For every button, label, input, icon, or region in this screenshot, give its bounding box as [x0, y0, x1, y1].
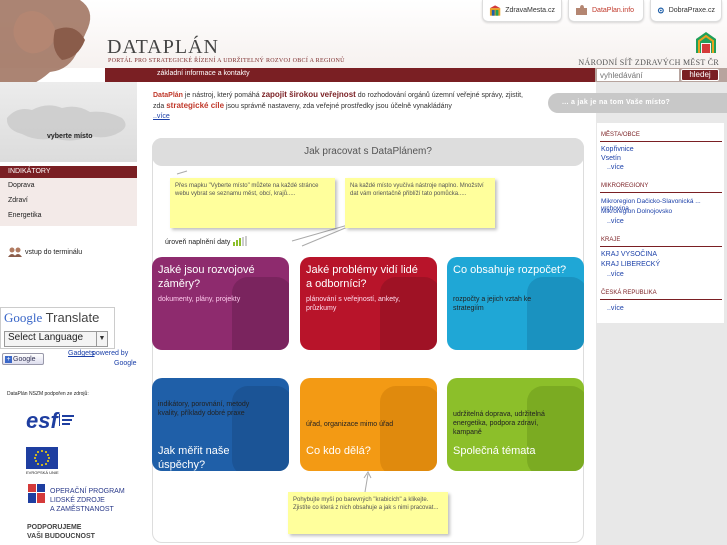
powered-google-label: Google — [114, 360, 137, 367]
nszm-logo-icon[interactable] — [694, 31, 718, 53]
more-link[interactable]: ..více — [607, 218, 624, 225]
tab-label: DobraPraxe.cz — [668, 7, 715, 14]
eu-flag-icon[interactable] — [26, 447, 58, 469]
intro-highlight-1: zapojit širokou veřejnost — [261, 90, 356, 99]
gadgets-link[interactable]: Gadgets — [68, 350, 94, 357]
section-title-kraje: KRAJE — [601, 237, 621, 243]
card-question: Co kdo dělá? — [306, 445, 371, 457]
card-question: Jaké problémy vidí lidé a odborníci? — [306, 264, 418, 290]
card-kdo-dela[interactable]: úřad, organizace mimo úřad Co kdo dělá? — [300, 378, 437, 471]
more-link[interactable]: ..více — [607, 164, 624, 171]
tab-label: ZdravaMesta.cz — [505, 7, 555, 14]
op-text[interactable]: OPERAČNÍ PROGRAM LIDSKÉ ZDROJE A ZAMĚSTN… — [50, 487, 125, 514]
indicator-item-zdravi[interactable]: Zdraví — [8, 197, 28, 204]
card-question: Jak měřit naše úspěchy? — [158, 445, 230, 471]
logo-subtitle: PORTÁL PRO STRATEGICKÉ ŘÍZENÍ A UDRŽITEL… — [108, 58, 345, 64]
note-left: Přes mapku "Vyberte místo" můžete na kaž… — [170, 178, 335, 228]
place-link-vsetin[interactable]: Vsetín — [601, 155, 621, 162]
how-to-title: Jak pracovat s DataPlánem? — [152, 138, 584, 166]
support-label: DataPlán NSZM podpořen ze zdrojů: — [7, 391, 89, 397]
network-title[interactable]: NÁRODNÍ SÍŤ ZDRAVÝCH MĚST ČR — [578, 58, 719, 67]
more-link[interactable]: ..více — [607, 305, 624, 312]
note-right: Na každé místo vyučívá nástroje napl­no.… — [345, 178, 495, 228]
section-divider — [600, 299, 722, 300]
language-select[interactable]: Select Language — [4, 331, 108, 347]
network-icon — [489, 5, 501, 16]
place-link-mikroregion-2[interactable]: Mikroregion Dolnojovsko — [601, 208, 672, 215]
users-icon — [8, 247, 22, 257]
card-sub: rozpočty a jejich vztah ke strategiím — [453, 296, 532, 312]
card-problemy[interactable]: Jaké problémy vidí lidé a odborníci? plá… — [300, 257, 437, 350]
google-word: Google — [4, 310, 43, 325]
card-temata[interactable]: udržitelná doprava, udržitelná energetik… — [447, 378, 584, 471]
podporujeme-line: PODPORUJEME — [27, 524, 82, 531]
section-title-mikroregiony: MIKROREGIONY — [601, 183, 649, 189]
card-sub: plánování s veřejností, ankety, průzkumy — [306, 296, 401, 312]
tab-dobrapraxe[interactable]: DobraPraxe.cz — [650, 0, 722, 22]
section-divider — [600, 246, 722, 247]
indicator-item-energetika[interactable]: Energetika — [8, 212, 41, 219]
gadget-button-label: Google — [13, 355, 36, 363]
hint-bar: ... a jak je na tom Vaše místo? — [548, 93, 727, 113]
esf-logo-icon[interactable]: esf — [26, 406, 76, 436]
card-sub: indikátory, porovnání, metody kvality, p… — [158, 401, 250, 417]
podporujeme-line: VAŠI BUDOUCNOST — [27, 533, 95, 540]
card-sub: úřad, organizace mimo úřad — [306, 421, 394, 428]
card-sub: udržitelná doprava, udržitelná energetik… — [453, 411, 545, 436]
card-zamery[interactable]: Jaké jsou rozvojové záměry? dokumenty, p… — [152, 257, 289, 350]
powered-by-label: powered by — [92, 350, 129, 357]
data-level-indicator: úroveň naplnění daty — [165, 236, 249, 246]
indicator-item-doprava[interactable]: Doprava — [8, 182, 34, 189]
svg-text:esf: esf — [26, 408, 60, 433]
card-question: Společná témata — [453, 445, 536, 457]
terminal-label: vstup do terminálu — [25, 248, 83, 256]
intro-text: DataPlán je nástroj, který pomáhá zapoji… — [153, 90, 533, 122]
section-divider — [600, 192, 722, 193]
translate-word: Translate — [45, 310, 100, 325]
puzzle-icon — [576, 5, 587, 15]
op-line: LIDSKÉ ZDROJE — [50, 497, 105, 504]
place-link-vysocina[interactable]: KRAJ VYSOČINA — [601, 251, 657, 258]
tab-zdravamesta[interactable]: ZdravaMesta.cz — [482, 0, 562, 22]
section-title-cr: ČESKÁ REPUBLIKA — [601, 290, 657, 296]
logo-text[interactable]: DATAPLÁN — [107, 36, 219, 59]
google-translate-title: Google Translate — [4, 310, 99, 326]
note-bottom: Pohybujte myší po barevných "krabicích" … — [288, 492, 448, 534]
plus-icon: + — [5, 355, 12, 363]
card-bubble — [527, 277, 584, 350]
tab-label: DataPlan.info — [592, 7, 635, 14]
card-sub: dokumenty, plány, projekty — [158, 296, 241, 303]
eu-label: EVROPSKÁ UNIE — [26, 470, 59, 475]
data-level-label: úroveň naplnění daty — [165, 239, 231, 246]
terminal-link[interactable]: vstup do terminálu — [8, 247, 82, 257]
intro-more-link[interactable]: ..více — [153, 113, 170, 120]
op-line: OPERAČNÍ PROGRAM — [50, 488, 125, 495]
card-rozpocet[interactable]: Co obsahuje rozpočet? rozpočty a jejich … — [447, 257, 584, 350]
card-question: Co obsahuje rozpočet? — [453, 264, 567, 276]
chevron-down-icon[interactable]: ▼ — [96, 332, 107, 346]
select-place-label[interactable]: vyberte místo — [47, 133, 93, 140]
section-divider — [600, 141, 722, 142]
place-link-liberecky[interactable]: KRAJ LIBERECKÝ — [601, 261, 660, 268]
globe-icon — [657, 7, 664, 14]
google-gadget-button[interactable]: + Google — [2, 353, 44, 365]
signal-bars-icon — [233, 236, 248, 246]
section-title-mesta: MĚSTA/OBCE — [601, 132, 640, 138]
card-uspechy[interactable]: indikátory, porovnání, metody kvality, p… — [152, 378, 289, 471]
card-question: Jaké jsou rozvojové záměry? — [158, 264, 255, 290]
indicators-header: INDIKÁTORY — [0, 166, 137, 178]
op-line: A ZAMĚSTNANOST — [50, 506, 114, 513]
podporujeme-text: PODPORUJEME VAŠI BUDOUCNOST — [27, 523, 95, 541]
search-button[interactable]: hledej — [681, 69, 719, 81]
intro-brand: DataPlán — [153, 92, 183, 99]
intro-text-1: je nástroj, který pomáhá — [182, 92, 262, 99]
op-logo-icon[interactable] — [28, 484, 46, 504]
tab-dataplan[interactable]: DataPlan.info — [568, 0, 644, 22]
search-input[interactable] — [597, 69, 679, 81]
place-link-koprivnice[interactable]: Kopřivnice — [601, 146, 634, 153]
intro-highlight-2: strategické cíle — [166, 101, 225, 110]
info-link[interactable]: základní informace a kontakty — [157, 70, 250, 77]
more-link[interactable]: ..více — [607, 271, 624, 278]
intro-text-3: jsou správně nastaveny, zda veřejné pros… — [224, 103, 452, 110]
